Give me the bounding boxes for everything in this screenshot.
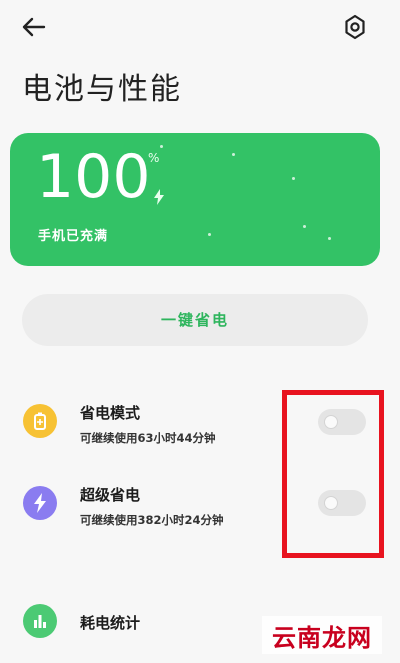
ultra-power-saving-row[interactable]: 超级省电 可继续使用382小时24分钟 bbox=[0, 478, 280, 538]
percent-sign: % bbox=[148, 151, 160, 165]
back-button[interactable] bbox=[18, 12, 52, 42]
charge-status-text: 手机已充满 bbox=[38, 229, 109, 244]
arrow-left-icon bbox=[22, 17, 46, 37]
sparkle-dot bbox=[232, 153, 235, 156]
battery-percent: 100 bbox=[36, 142, 151, 212]
one-tap-save-button[interactable]: 一键省电 bbox=[22, 294, 368, 346]
charging-bolt-icon bbox=[154, 189, 164, 209]
watermark-text: 云南龙网 bbox=[272, 623, 372, 652]
page-title: 电池与性能 bbox=[22, 72, 182, 107]
battery-icon bbox=[23, 404, 57, 438]
bar-chart-icon bbox=[23, 604, 57, 638]
lightning-icon bbox=[23, 486, 57, 520]
ultra-power-saving-subtitle: 可继续使用382小时24分钟 bbox=[80, 513, 224, 527]
highlight-annotation-box bbox=[282, 390, 384, 558]
power-saving-mode-title: 省电模式 bbox=[80, 404, 141, 422]
sparkle-dot bbox=[160, 145, 163, 148]
gear-icon bbox=[345, 14, 365, 40]
battery-status-card: 100 % 手机已充满 bbox=[10, 133, 380, 266]
power-usage-stats-title: 耗电统计 bbox=[80, 614, 141, 632]
sparkle-dot bbox=[292, 177, 295, 180]
site-watermark: 云南龙网 bbox=[262, 616, 382, 654]
sparkle-dot bbox=[328, 237, 331, 240]
settings-button[interactable] bbox=[340, 12, 370, 42]
sparkle-dot bbox=[303, 225, 306, 228]
power-usage-stats-row[interactable]: 耗电统计 bbox=[0, 600, 280, 650]
ultra-power-saving-title: 超级省电 bbox=[80, 486, 141, 504]
power-saving-mode-row[interactable]: 省电模式 可继续使用63小时44分钟 bbox=[0, 394, 280, 454]
power-saving-mode-subtitle: 可继续使用63小时44分钟 bbox=[80, 431, 216, 445]
sparkle-dot bbox=[208, 233, 211, 236]
